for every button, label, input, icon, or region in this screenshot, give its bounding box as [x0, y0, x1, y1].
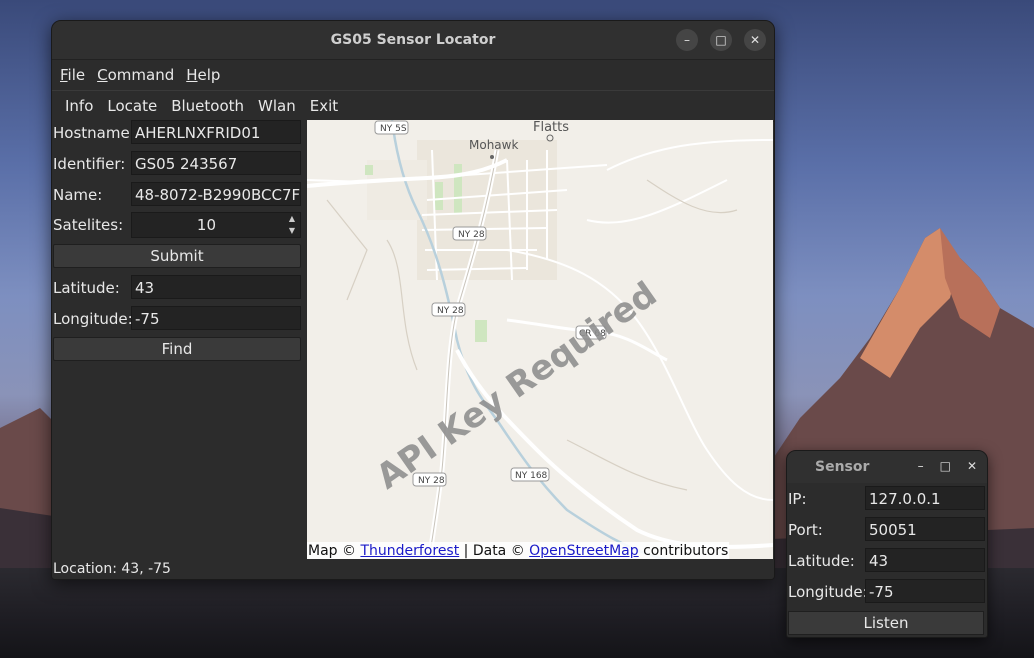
map-attribution: Map © Thunderforest | Data © OpenStreetM…: [307, 542, 730, 560]
main-window: GS05 Sensor Locator – □ ✕ File Command H…: [51, 20, 775, 580]
road-ny168: NY 168: [515, 471, 548, 481]
identifier-label: Identifier:: [53, 155, 126, 173]
mohawk-marker: [490, 155, 494, 159]
menu-help[interactable]: Help: [184, 66, 222, 84]
latitude-field[interactable]: 43: [131, 275, 301, 299]
toolbar-exit[interactable]: Exit: [303, 97, 345, 115]
minimize-icon[interactable]: –: [676, 29, 698, 51]
window-title: GS05 Sensor Locator: [330, 32, 496, 48]
sensor-maximize-icon[interactable]: □: [940, 459, 951, 473]
satelites-value: 10: [196, 216, 216, 234]
find-button[interactable]: Find: [53, 337, 301, 361]
port-field[interactable]: 50051: [865, 517, 985, 541]
toolbar-wlan[interactable]: Wlan: [251, 97, 303, 115]
sensor-close-icon[interactable]: ✕: [967, 459, 977, 473]
satelites-spinbox[interactable]: 10 ▲ ▼: [131, 212, 301, 238]
name-label: Name:: [53, 186, 103, 204]
form-panel: Hostname: AHERLNXFRID01 Identifier: GS05…: [52, 120, 307, 560]
map-canvas: Mohawk Flatts NY 5S NY 28 NY 28 NY 28 NY…: [307, 120, 773, 560]
content-area: Hostname: AHERLNXFRID01 Identifier: GS05…: [52, 120, 774, 560]
sensor-latitude-field[interactable]: 43: [865, 548, 985, 572]
hostname-field[interactable]: AHERLNXFRID01: [131, 120, 301, 144]
sensor-longitude-label: Longitude:: [788, 583, 868, 601]
map-view[interactable]: Mohawk Flatts NY 5S NY 28 NY 28 NY 28 NY…: [307, 120, 773, 560]
attribution-prefix: Map ©: [308, 543, 361, 559]
toolbar: Info Locate Bluetooth Wlan Exit: [52, 90, 774, 122]
longitude-field[interactable]: -75: [131, 306, 301, 330]
satelites-label: Satelites:: [53, 216, 124, 234]
sensor-titlebar[interactable]: Sensor – □ ✕: [787, 451, 987, 483]
ip-field[interactable]: 127.0.0.1: [865, 486, 985, 510]
submit-button[interactable]: Submit: [53, 244, 301, 268]
sensor-window: Sensor – □ ✕ IP: 127.0.0.1 Port: 50051 L…: [786, 450, 988, 638]
spin-down-icon[interactable]: ▼: [284, 225, 300, 237]
toolbar-bluetooth[interactable]: Bluetooth: [164, 97, 251, 115]
main-titlebar[interactable]: GS05 Sensor Locator – □ ✕: [52, 21, 774, 59]
attribution-suffix: contributors: [638, 543, 729, 559]
sensor-latitude-label: Latitude:: [788, 552, 855, 570]
port-label: Port:: [788, 521, 823, 539]
latitude-label: Latitude:: [53, 279, 120, 297]
name-field[interactable]: 48-8072-B2990BCC7FB4: [131, 182, 301, 206]
toolbar-info[interactable]: Info: [58, 97, 100, 115]
hostname-label: Hostname:: [53, 124, 135, 142]
status-bar: Location: 43, -75: [52, 559, 774, 579]
maximize-icon[interactable]: □: [710, 29, 732, 51]
openstreetmap-link[interactable]: OpenStreetMap: [529, 543, 638, 559]
toolbar-locate[interactable]: Locate: [100, 97, 164, 115]
place-mohawk: Mohawk: [469, 138, 518, 152]
menu-command[interactable]: Command: [95, 66, 176, 84]
menubar: File Command Help: [52, 59, 774, 90]
spin-up-icon[interactable]: ▲: [284, 213, 300, 225]
ip-label: IP:: [788, 490, 807, 508]
sensor-minimize-icon[interactable]: –: [918, 459, 924, 473]
listen-button[interactable]: Listen: [788, 611, 984, 635]
sensor-title: Sensor: [815, 459, 870, 475]
road-ny5s: NY 5S: [380, 124, 407, 134]
sensor-longitude-field[interactable]: -75: [865, 579, 985, 603]
menu-file[interactable]: File: [58, 66, 87, 84]
thunderforest-link[interactable]: Thunderforest: [360, 543, 459, 559]
road-ny28-c: NY 28: [418, 476, 445, 486]
longitude-label: Longitude:: [53, 310, 133, 328]
attribution-mid: | Data ©: [459, 543, 530, 559]
place-flatts: Flatts: [533, 120, 569, 135]
road-ny28-b: NY 28: [437, 306, 464, 316]
identifier-field[interactable]: GS05 243567: [131, 151, 301, 175]
road-ny28-a: NY 28: [458, 230, 485, 240]
close-icon[interactable]: ✕: [744, 29, 766, 51]
